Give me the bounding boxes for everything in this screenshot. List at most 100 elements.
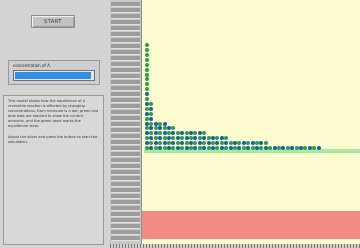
axis-tick <box>111 68 140 73</box>
molecule-dot <box>167 131 171 136</box>
molecule-dot <box>158 131 163 136</box>
molecule-dot <box>145 136 149 141</box>
axis-tick <box>111 218 140 223</box>
molecule-dot <box>158 141 163 146</box>
y-axis-ruler <box>110 0 142 245</box>
molecule-dot <box>180 136 185 141</box>
molecule-dot <box>145 48 149 52</box>
molecule-dot <box>206 136 211 141</box>
molecule-dot <box>197 136 202 141</box>
molecule-dot <box>219 146 224 150</box>
molecule-dot <box>263 146 268 150</box>
molecule-dot <box>145 121 149 126</box>
molecule-dot <box>153 146 158 150</box>
axis-tick <box>111 74 140 79</box>
axis-tick <box>111 104 140 109</box>
molecule-dot <box>149 111 154 116</box>
axis-tick <box>111 86 140 91</box>
molecule-dot <box>145 43 149 48</box>
molecule-dot <box>149 126 154 131</box>
axis-tick <box>111 32 140 37</box>
molecule-dot <box>162 146 167 150</box>
axis-tick <box>111 26 140 31</box>
info-paragraph-2: Adjust the slider and press the button t… <box>8 134 98 144</box>
axis-tick <box>111 212 140 217</box>
molecule-dot <box>206 146 211 150</box>
axis-tick <box>111 146 140 151</box>
molecule-dot <box>197 131 202 136</box>
molecule-dot <box>180 141 185 146</box>
axis-tick <box>111 158 140 163</box>
molecule-dot <box>145 87 149 92</box>
axis-tick <box>111 80 140 85</box>
axis-tick <box>111 134 140 139</box>
molecule-dot <box>162 131 167 136</box>
molecule-dot <box>184 131 189 136</box>
molecule-dot <box>228 141 233 146</box>
start-button[interactable]: START <box>31 15 75 28</box>
molecule-dot <box>316 146 321 150</box>
molecule-dot <box>149 116 154 121</box>
molecule-dot <box>180 131 185 136</box>
molecule-dot <box>224 141 229 146</box>
molecule-dot <box>145 77 149 82</box>
molecule-dot <box>145 146 149 150</box>
molecule-dot <box>145 116 149 121</box>
molecule-dot <box>167 146 171 150</box>
molecule-dot <box>145 82 149 87</box>
slider-track[interactable] <box>13 70 95 81</box>
molecule-dot <box>285 146 290 150</box>
molecule-dot <box>153 121 158 126</box>
axis-tick <box>111 8 140 13</box>
molecule-dot <box>184 146 189 150</box>
molecule-dot <box>241 141 246 146</box>
concentration-slider[interactable]: concentration of A <box>8 60 100 85</box>
molecule-dot <box>145 131 149 136</box>
molecule-dot <box>149 101 154 106</box>
molecule-dot <box>158 121 163 126</box>
molecule-dot <box>145 92 149 97</box>
axis-tick <box>111 98 140 103</box>
molecule-dot <box>193 136 198 141</box>
molecule-dot <box>206 141 211 146</box>
axis-tick <box>111 170 140 175</box>
simulation-app: START concentration of A This model show… <box>0 0 360 248</box>
molecule-dot <box>202 136 207 141</box>
molecule-dot <box>167 126 171 131</box>
axis-tick <box>111 92 140 97</box>
axis-tick <box>111 176 140 181</box>
molecule-dot <box>149 136 154 141</box>
axis-tick <box>111 44 140 49</box>
molecule-dot <box>158 126 163 131</box>
molecule-dot <box>202 141 207 146</box>
axis-tick <box>111 38 140 43</box>
molecule-dot <box>219 136 224 141</box>
molecule-dot <box>233 146 237 150</box>
molecule-dot <box>145 97 149 101</box>
molecule-dot <box>171 131 176 136</box>
molecule-dot <box>153 131 158 136</box>
molecule-dot <box>162 126 167 131</box>
axis-tick <box>111 128 140 133</box>
info-text-box: This model shows how the equilibrium of … <box>3 95 104 245</box>
molecule-dot <box>233 141 237 146</box>
molecule-dot <box>145 57 149 62</box>
molecule-dot <box>197 141 202 146</box>
molecule-dot <box>145 67 149 72</box>
info-paragraph-1: This model shows how the equilibrium of … <box>8 99 99 129</box>
molecule-dot <box>145 72 149 77</box>
molecule-dot <box>211 146 215 150</box>
molecule-dot <box>158 136 163 141</box>
molecule-dot <box>246 141 251 146</box>
molecule-dot <box>255 146 259 150</box>
slider-label: concentration of A <box>13 63 50 68</box>
axis-tick <box>111 182 140 187</box>
molecule-dot <box>162 136 167 141</box>
molecule-dot <box>215 136 220 141</box>
axis-tick <box>111 116 140 121</box>
molecule-dot <box>250 146 255 150</box>
molecule-dot <box>255 141 259 146</box>
axis-tick <box>111 122 140 127</box>
molecule-dot <box>175 141 180 146</box>
molecule-dot <box>215 141 220 146</box>
